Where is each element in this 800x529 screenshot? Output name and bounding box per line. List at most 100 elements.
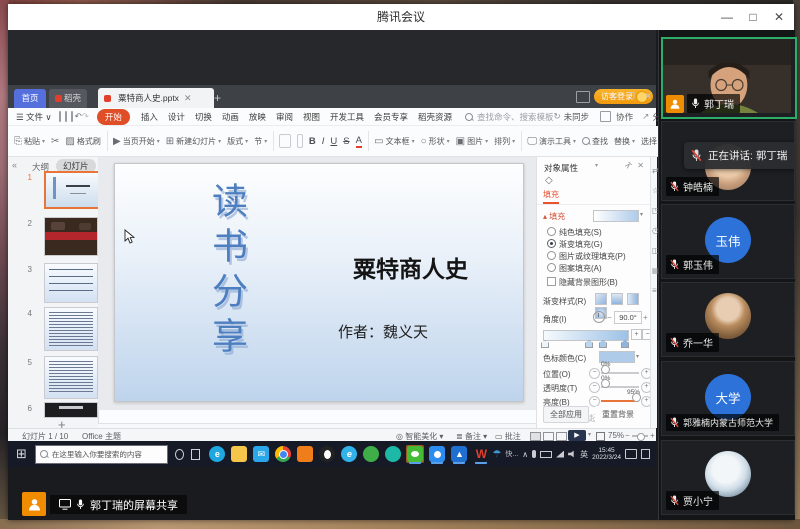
output-icon[interactable] — [65, 111, 67, 122]
present-tools-button[interactable]: 🖵演示工具▾ — [527, 136, 576, 147]
layout-button[interactable]: 版式▾ — [227, 136, 248, 147]
zoom-out-icon[interactable]: − — [625, 431, 630, 440]
font-family-select[interactable] — [279, 134, 291, 148]
picture-button[interactable]: ▣图片▾ — [456, 136, 488, 147]
sorter-view-icon[interactable] — [543, 432, 554, 441]
paste-button[interactable]: ⎘粘贴▾ — [14, 136, 45, 147]
angle-decrease[interactable]: − — [607, 313, 612, 322]
menu-animation[interactable]: 动画 — [222, 111, 239, 123]
slide-thumbnail-4[interactable] — [44, 307, 98, 351]
collaborate-button[interactable]: 协作 — [598, 111, 633, 123]
taskbar-app-wechat-active[interactable] — [406, 445, 424, 463]
screenshot-tool-icon[interactable] — [625, 449, 637, 459]
slide-vertical-title[interactable]: 读书分享 — [201, 182, 253, 362]
clock[interactable]: 15:452022/3/24 — [592, 447, 621, 462]
participant-tile-guodingrui[interactable]: 郭丁瑞 — [661, 37, 797, 119]
transparency-decrease[interactable]: − — [589, 382, 600, 393]
fill-option-picture[interactable]: 图片或纹理填充(P) — [547, 251, 626, 262]
redo-icon[interactable]: ↷ — [82, 111, 89, 122]
menu-start[interactable]: 开始 — [97, 109, 130, 125]
font-size-select[interactable] — [297, 134, 303, 148]
taskbar-app-mail[interactable]: ✉ — [253, 446, 269, 462]
gradient-stop-3[interactable] — [599, 340, 607, 348]
apps-grid-icon[interactable] — [576, 91, 590, 103]
angle-value[interactable]: 90.0° — [614, 311, 642, 324]
start-button[interactable]: ⊞ — [16, 446, 27, 462]
gradient-style-2[interactable] — [611, 293, 623, 305]
rail-icon[interactable]: ▤ — [652, 261, 656, 281]
play-from-page-button[interactable]: ▶当页开始▾ — [113, 136, 160, 147]
taskbar-search[interactable]: 在这里输入你要搜索的内容 — [35, 445, 169, 464]
menu-slideshow[interactable]: 放映 — [249, 111, 266, 123]
rail-icon[interactable]: ≡ — [652, 281, 656, 301]
slide[interactable]: 读书分享 粟特商人史 作者：魏义天 — [114, 163, 524, 402]
apply-all-button[interactable]: 全部应用 — [543, 406, 589, 423]
wps-minimize-icon[interactable]: — — [606, 89, 622, 104]
fill-option-gradient[interactable]: 渐变填充(G) — [547, 239, 603, 250]
shape-button[interactable]: ○形状▾ — [421, 136, 450, 147]
gradient-style-3[interactable] — [627, 293, 639, 305]
fill-tab[interactable]: 填充 — [543, 189, 559, 204]
slide-thumbnail-3[interactable] — [44, 263, 98, 303]
gradient-stop-2[interactable] — [585, 340, 593, 348]
taskbar-app-qq[interactable] — [319, 446, 335, 462]
task-view-icon[interactable] — [191, 449, 200, 460]
menu-insert[interactable]: 插入 — [141, 111, 158, 123]
battery-icon[interactable] — [540, 451, 552, 458]
tab-document[interactable]: 粟特商人史.pptx ✕ — [98, 88, 214, 108]
underline-button[interactable]: U — [330, 136, 337, 147]
chevron-down-icon[interactable]: ▾ — [595, 162, 598, 169]
menu-review[interactable]: 审阅 — [276, 111, 293, 123]
tab-home[interactable]: 首页 — [14, 89, 46, 108]
gradient-stop-1[interactable] — [541, 340, 549, 348]
close-icon[interactable]: ✕ — [764, 4, 794, 30]
new-tab-button[interactable]: + — [214, 91, 221, 105]
tray-expand-icon[interactable]: ∧ — [522, 450, 528, 459]
rail-icon[interactable]: ◳ — [652, 201, 656, 221]
normal-view-icon[interactable] — [530, 432, 541, 441]
undo-icon[interactable]: ↶ — [75, 111, 82, 122]
taskbar-app-teal[interactable] — [385, 446, 401, 462]
slide-thumbnail-2[interactable] — [44, 217, 98, 256]
strikethrough-button[interactable]: S — [343, 136, 349, 147]
menu-design[interactable]: 设计 — [168, 111, 185, 123]
menu-file[interactable]: ☰ 文件 ∨ — [16, 111, 52, 123]
wps-restore-icon[interactable]: ❐ — [623, 89, 639, 104]
new-slide-button[interactable]: ⊞新建幻灯片▾ — [166, 136, 221, 147]
font-color-button[interactable]: A — [356, 135, 362, 148]
taskbar-app-chrome[interactable] — [275, 446, 291, 462]
umbrella-icon[interactable]: ☂ — [492, 449, 501, 460]
slide-thumbnail-5[interactable] — [44, 356, 98, 399]
add-stop-button[interactable]: + — [631, 329, 642, 340]
taskbar-app-explorer[interactable] — [231, 446, 247, 462]
reading-view-icon[interactable] — [556, 432, 567, 441]
wps-close-icon[interactable]: ✕ — [640, 89, 656, 104]
tab-docer[interactable]: 稻壳 — [49, 89, 87, 108]
volume-icon[interactable] — [568, 450, 576, 458]
cortana-icon[interactable] — [175, 449, 184, 460]
slide-title[interactable]: 粟特商人史 — [353, 250, 468, 284]
taskbar-app-ie[interactable]: e — [341, 446, 357, 462]
command-search[interactable]: 查找命令、搜索模板 — [465, 111, 554, 123]
slide-author[interactable]: 作者：魏义天 — [338, 321, 428, 342]
taskbar-app-wps[interactable]: W — [473, 446, 489, 462]
italic-button[interactable]: I — [322, 136, 325, 147]
collapse-panel-icon[interactable]: « — [12, 160, 17, 170]
rail-icon[interactable]: ◷ — [652, 221, 656, 241]
format-painter-button[interactable]: ▨格式刷 — [65, 136, 100, 147]
rail-icon[interactable]: ⇄ — [652, 161, 656, 181]
brightness-slider[interactable] — [601, 396, 639, 405]
zoom-in-icon[interactable]: + — [650, 431, 655, 440]
angle-increase[interactable]: + — [643, 313, 648, 322]
angle-dial[interactable] — [593, 311, 605, 323]
fill-option-solid[interactable]: 纯色填充(S) — [547, 227, 602, 238]
close-tab-icon[interactable]: ✕ — [184, 88, 192, 108]
pin-icon[interactable]: ⊼ — [623, 160, 634, 171]
gradient-style-1[interactable] — [595, 293, 607, 305]
rail-icon[interactable]: ☆ — [652, 181, 656, 201]
slide-thumbnail-1[interactable] — [44, 171, 100, 209]
menu-member[interactable]: 会员专享 — [374, 111, 408, 123]
action-center-icon[interactable] — [641, 449, 650, 459]
tray-more-label[interactable]: 快... — [505, 449, 518, 459]
gradient-stop-bar[interactable] — [543, 330, 629, 341]
